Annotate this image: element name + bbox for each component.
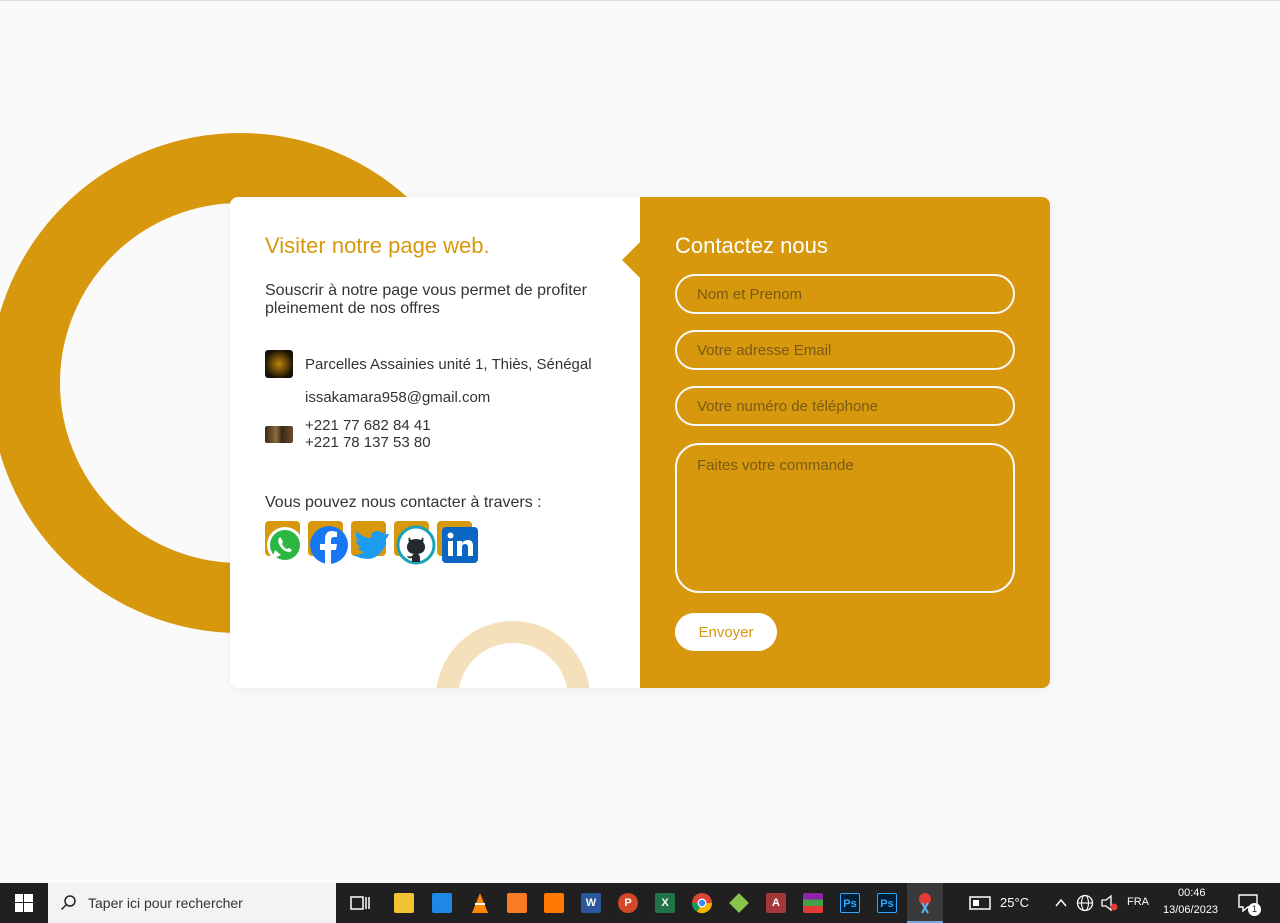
search-icon [60, 895, 76, 911]
taskbar-excel[interactable]: X [651, 889, 679, 917]
excel-icon: X [655, 893, 675, 913]
vlc-icon [472, 893, 488, 913]
folder-icon [394, 893, 414, 913]
decorative-ring-small [436, 621, 590, 688]
panel-notch [622, 242, 640, 278]
github-icon [396, 525, 436, 565]
info-panel: Visiter notre page web. Souscrir à notre… [230, 197, 640, 688]
clock-time[interactable]: 00:46 [1178, 887, 1206, 899]
facebook-link[interactable] [308, 521, 348, 564]
taskbar-search[interactable]: Taper ici pour rechercher [48, 883, 336, 923]
network-icon[interactable] [1076, 894, 1094, 912]
taskbar-photoshop-1[interactable]: Ps [836, 889, 864, 917]
taskbar-explorer[interactable] [390, 889, 418, 917]
weather-temperature[interactable]: 25°C [1000, 895, 1029, 910]
github-link[interactable] [394, 521, 436, 565]
task-view-button[interactable] [346, 889, 374, 917]
orange-icon [544, 893, 564, 913]
access-icon: A [766, 893, 786, 913]
snipping-tool-icon [919, 893, 931, 914]
whatsapp-link[interactable] [265, 521, 303, 563]
linkedin-icon [442, 527, 478, 563]
word-icon: W [581, 893, 601, 913]
taskbar-winrar[interactable] [799, 889, 827, 917]
info-title: Visiter notre page web. [265, 233, 490, 258]
social-label: Vous pouvez nous contacter à travers : [265, 494, 542, 511]
taskbar-word[interactable]: W [577, 889, 605, 917]
phone-input[interactable] [675, 386, 1015, 426]
notifications-button[interactable]: 1 [1236, 891, 1261, 916]
taskbar-vlc[interactable] [466, 889, 494, 917]
task-view-icon [350, 896, 370, 910]
taskbar-vscode[interactable] [428, 889, 456, 917]
windows-icon [15, 894, 33, 912]
clock-date[interactable]: 13/06/2023 [1163, 904, 1218, 916]
contact-card: Visiter notre page web. Souscrir à notre… [230, 197, 1050, 688]
xampp-icon [507, 893, 527, 913]
photoshop-icon: Ps [877, 893, 897, 913]
notification-count: 1 [1248, 903, 1261, 916]
taskbar-chrome[interactable] [688, 889, 716, 917]
taskbar-photoshop-2[interactable]: Ps [873, 889, 901, 917]
top-border [0, 0, 1280, 1]
git-icon [729, 893, 749, 913]
info-description: Souscrir à notre page vous permet de pro… [265, 282, 587, 317]
facebook-icon [310, 526, 348, 564]
contact-form: Contactez nous Envoyer [622, 197, 1050, 688]
email-input[interactable] [675, 330, 1015, 370]
send-button[interactable]: Envoyer [675, 613, 777, 651]
search-placeholder: Taper ici pour rechercher [88, 895, 243, 911]
winrar-icon [803, 893, 823, 913]
weather-icon [969, 896, 991, 910]
language-indicator[interactable]: FRA [1127, 896, 1149, 908]
twitter-icon [353, 531, 389, 559]
contact-title: Contactez nous [675, 233, 828, 258]
whatsapp-icon [267, 527, 303, 563]
taskbar-git[interactable] [725, 889, 753, 917]
chevron-up-icon[interactable] [1055, 898, 1067, 908]
taskbar-xampp[interactable] [503, 889, 531, 917]
name-input[interactable] [675, 274, 1015, 314]
phone-number-1: +221 77 682 84 41 [305, 417, 431, 434]
linkedin-link[interactable] [437, 521, 478, 563]
twitter-link[interactable] [351, 521, 389, 563]
taskbar: Taper ici pour rechercher W P X A Ps Ps … [0, 883, 1280, 923]
location-icon [265, 350, 293, 378]
taskbar-access[interactable]: A [762, 889, 790, 917]
photoshop-icon: Ps [840, 893, 860, 913]
address-text: Parcelles Assainies unité 1, Thiès, Séné… [305, 356, 592, 373]
order-textarea[interactable] [675, 443, 1015, 593]
powerpoint-icon: P [618, 893, 638, 913]
vscode-icon [432, 893, 452, 913]
phone-number-2: +221 78 137 53 80 [305, 434, 431, 451]
chrome-icon [691, 893, 713, 914]
taskbar-orange[interactable] [540, 889, 568, 917]
email-text: issakamara958@gmail.com [305, 389, 491, 406]
taskbar-active-app[interactable] [907, 883, 943, 923]
phone-icon [265, 426, 293, 443]
taskbar-powerpoint[interactable]: P [614, 889, 642, 917]
start-button[interactable] [0, 883, 48, 923]
volume-muted-icon[interactable] [1100, 894, 1118, 912]
